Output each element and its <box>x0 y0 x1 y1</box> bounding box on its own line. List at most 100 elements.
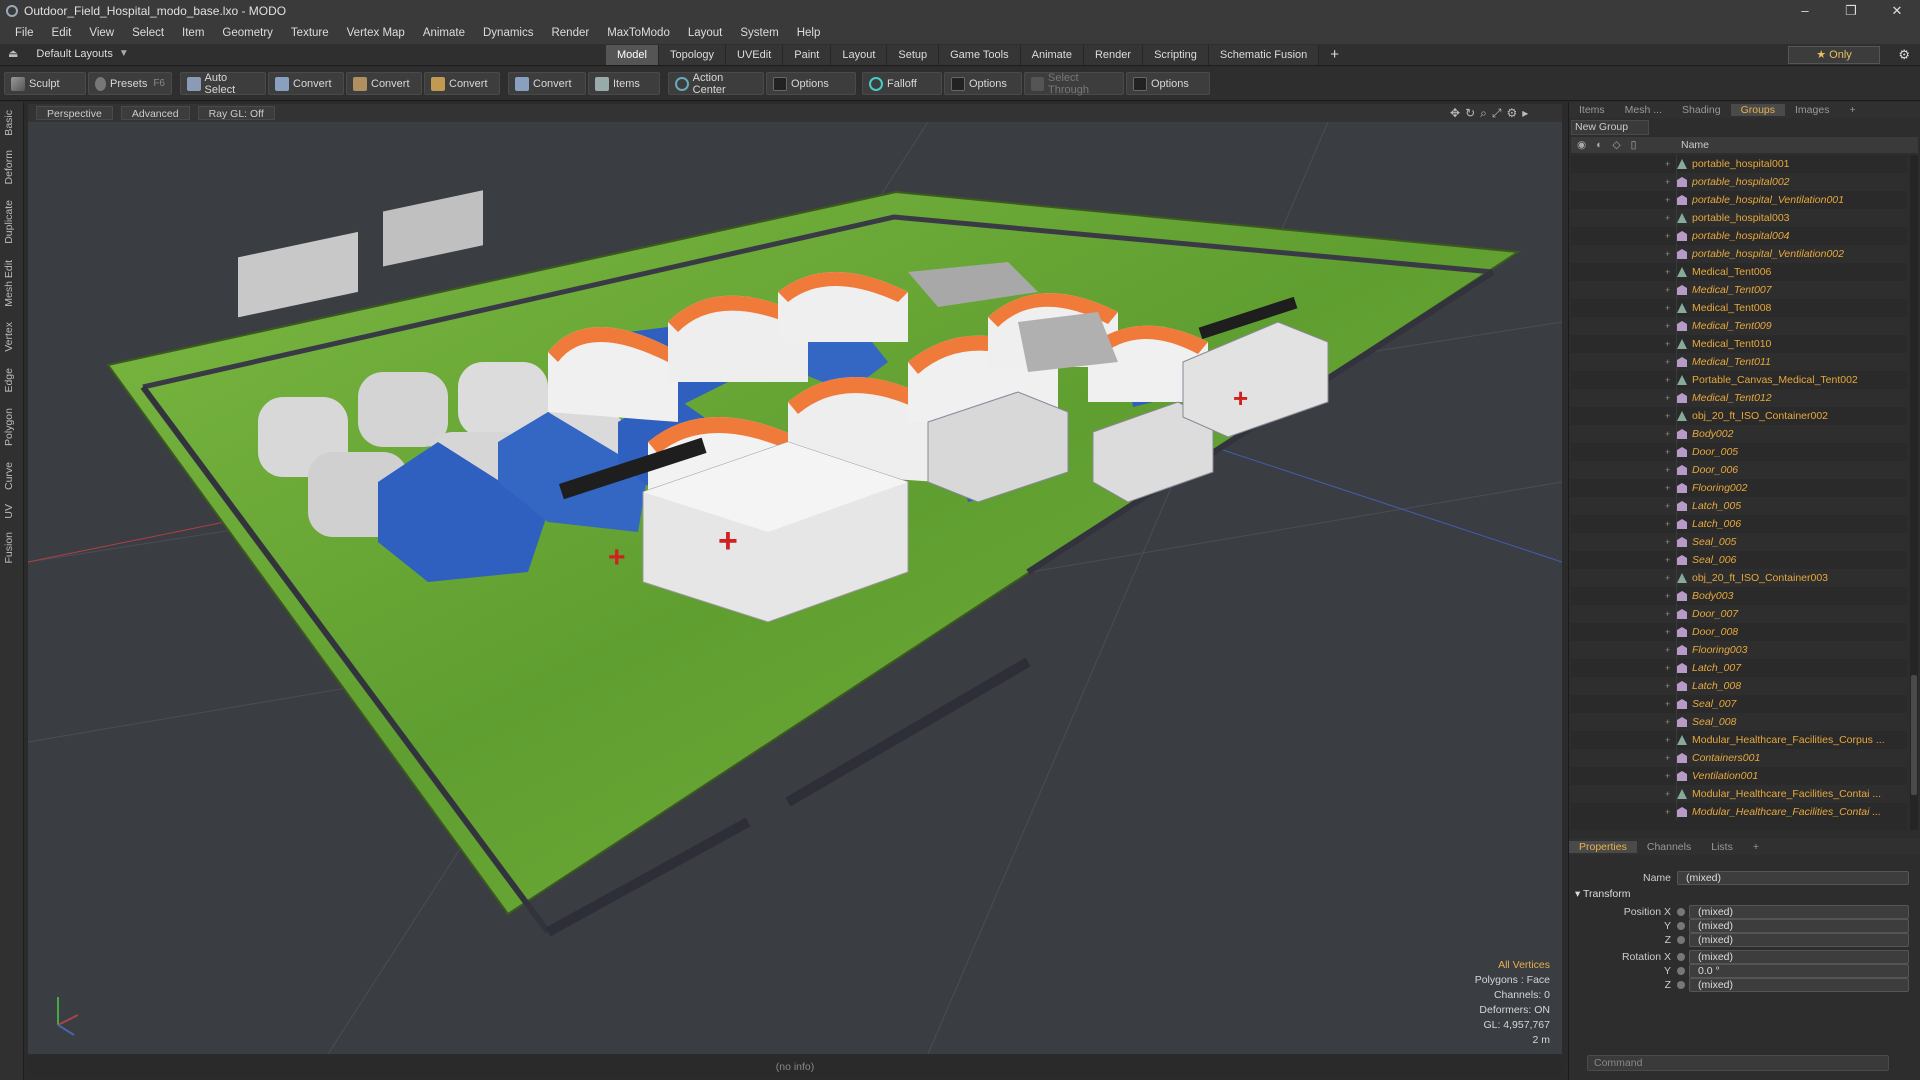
expand-icon[interactable]: + <box>1665 429 1677 439</box>
list-item[interactable]: + Body002 <box>1571 425 1907 443</box>
position-x-field[interactable]: (mixed) <box>1689 904 1909 919</box>
rotate-icon[interactable]: ↻ <box>1465 106 1475 121</box>
expand-icon[interactable]: + <box>1665 213 1677 223</box>
expand-icon[interactable]: + <box>1665 339 1677 349</box>
position-y-field[interactable]: (mixed) <box>1689 918 1909 933</box>
rotation-x-field[interactable]: (mixed) <box>1689 949 1909 964</box>
visibility-gutter[interactable] <box>1571 785 1677 803</box>
options-button-2[interactable]: Options <box>944 72 1022 95</box>
tab-model[interactable]: Model <box>606 45 659 65</box>
visibility-gutter[interactable] <box>1571 425 1677 443</box>
visibility-gutter[interactable] <box>1571 803 1677 821</box>
convert-button-4[interactable]: Convert <box>508 72 586 95</box>
expand-icon[interactable]: + <box>1665 249 1677 259</box>
expand-icon[interactable]: + <box>1665 555 1677 565</box>
expand-icon[interactable]: + <box>1665 663 1677 673</box>
groups-list[interactable]: + portable_hospital001 + portable_hospital0… <box>1571 155 1907 830</box>
visibility-gutter[interactable] <box>1571 569 1677 587</box>
expand-icon[interactable]: + <box>1665 321 1677 331</box>
convert-button-3[interactable]: Convert <box>424 72 500 95</box>
keyframe-dot-icon[interactable] <box>1677 966 1685 975</box>
tab-animate[interactable]: Animate <box>1020 45 1084 65</box>
menu-file[interactable]: File <box>6 27 43 39</box>
list-item[interactable]: + Latch_006 <box>1571 515 1907 533</box>
raygl-button[interactable]: Ray GL: Off <box>197 106 275 120</box>
visibility-gutter[interactable] <box>1571 713 1677 731</box>
add-tab-icon[interactable]: + <box>1839 104 1865 116</box>
only-toggle[interactable]: ★ Only <box>1788 46 1880 64</box>
items-button[interactable]: Items <box>588 72 660 95</box>
lock-icon[interactable]: ◇ <box>1613 139 1621 151</box>
visibility-gutter[interactable] <box>1571 371 1677 389</box>
tab-curve[interactable]: Curve <box>3 462 21 490</box>
eye-icon[interactable]: ◉ <box>1577 139 1586 151</box>
tab-edge[interactable]: Edge <box>3 368 21 393</box>
list-item[interactable]: + Seal_006 <box>1571 551 1907 569</box>
menu-help[interactable]: Help <box>788 27 830 39</box>
menu-geometry[interactable]: Geometry <box>213 27 282 39</box>
expand-icon[interactable]: + <box>1665 411 1677 421</box>
list-item[interactable]: + Door_008 <box>1571 623 1907 641</box>
3d-viewport[interactable]: + + + All Vertices Polygons : Face Chann… <box>28 122 1562 1054</box>
keyframe-dot-icon[interactable] <box>1677 935 1685 944</box>
select-icon[interactable]: ▯ <box>1631 139 1637 151</box>
visibility-gutter[interactable] <box>1571 659 1677 677</box>
visibility-gutter[interactable] <box>1571 443 1677 461</box>
menu-dynamics[interactable]: Dynamics <box>474 27 542 39</box>
visibility-gutter[interactable] <box>1571 515 1677 533</box>
tab-deform[interactable]: Deform <box>3 150 21 184</box>
zoom-icon[interactable]: ⌕ <box>1480 106 1487 121</box>
expand-icon[interactable]: + <box>1665 699 1677 709</box>
list-item[interactable]: + portable_hospital_Ventilation001 <box>1571 191 1907 209</box>
expand-icon[interactable]: + <box>1665 735 1677 745</box>
visibility-gutter[interactable] <box>1571 173 1677 191</box>
list-item[interactable]: + Flooring002 <box>1571 479 1907 497</box>
list-item[interactable]: + Modular_Healthcare_Facilities_Corpus ..… <box>1571 731 1907 749</box>
groups-scrollbar[interactable] <box>1910 155 1918 830</box>
expand-icon[interactable]: + <box>1665 609 1677 619</box>
list-item[interactable]: + obj_20_ft_ISO_Container003 <box>1571 569 1907 587</box>
pan-icon[interactable]: ✥ <box>1450 106 1460 121</box>
visibility-gutter[interactable] <box>1571 353 1677 371</box>
tab-shading[interactable]: Shading <box>1672 104 1731 116</box>
play-arrow-icon[interactable]: ▸ <box>1522 106 1528 121</box>
tab-uvedit[interactable]: UVEdit <box>726 45 784 65</box>
expand-icon[interactable]: + <box>1665 681 1677 691</box>
list-item[interactable]: + Ventilation001 <box>1571 767 1907 785</box>
list-item[interactable]: + Containers001 <box>1571 749 1907 767</box>
expand-icon[interactable]: + <box>1665 753 1677 763</box>
rotation-y-field[interactable]: 0.0 ° <box>1689 963 1909 978</box>
menu-view[interactable]: View <box>80 27 123 39</box>
visibility-gutter[interactable] <box>1571 587 1677 605</box>
convert-button-1[interactable]: Convert <box>268 72 344 95</box>
expand-icon[interactable]: + <box>1665 159 1677 169</box>
tab-channels[interactable]: Channels <box>1637 841 1701 853</box>
visibility-gutter[interactable] <box>1571 623 1677 641</box>
visibility-gutter[interactable] <box>1571 245 1677 263</box>
keyframe-dot-icon[interactable] <box>1677 952 1685 961</box>
tab-properties[interactable]: Properties <box>1569 841 1637 853</box>
visibility-gutter[interactable] <box>1571 191 1677 209</box>
list-item[interactable]: + Medical_Tent010 <box>1571 335 1907 353</box>
tab-schematic-fusion[interactable]: Schematic Fusion <box>1208 45 1320 65</box>
view-perspective-button[interactable]: Perspective <box>36 106 113 120</box>
list-item[interactable]: + Flooring003 <box>1571 641 1907 659</box>
options-button-1[interactable]: Options <box>766 72 856 95</box>
visibility-gutter[interactable] <box>1571 407 1677 425</box>
list-item[interactable]: + Portable_Canvas_Medical_Tent002 <box>1571 371 1907 389</box>
menu-layout[interactable]: Layout <box>679 27 732 39</box>
list-item[interactable]: + portable_hospital002 <box>1571 173 1907 191</box>
menu-render[interactable]: Render <box>542 27 598 39</box>
tab-items[interactable]: Items <box>1569 104 1615 116</box>
name-column-header[interactable]: Name <box>1681 139 1709 151</box>
action-center-button[interactable]: Action Center <box>668 72 764 96</box>
presets-button[interactable]: Presets F6 <box>88 72 172 95</box>
list-item[interactable]: + Seal_007 <box>1571 695 1907 713</box>
expand-icon[interactable]: + <box>1665 447 1677 457</box>
select-through-button[interactable]: Select Through <box>1024 72 1124 96</box>
expand-icon[interactable]: + <box>1665 465 1677 475</box>
expand-icon[interactable]: + <box>1665 573 1677 583</box>
auto-select-button[interactable]: Auto Select <box>180 72 266 96</box>
expand-icon[interactable]: + <box>1665 807 1677 817</box>
list-item[interactable]: + Medical_Tent008 <box>1571 299 1907 317</box>
